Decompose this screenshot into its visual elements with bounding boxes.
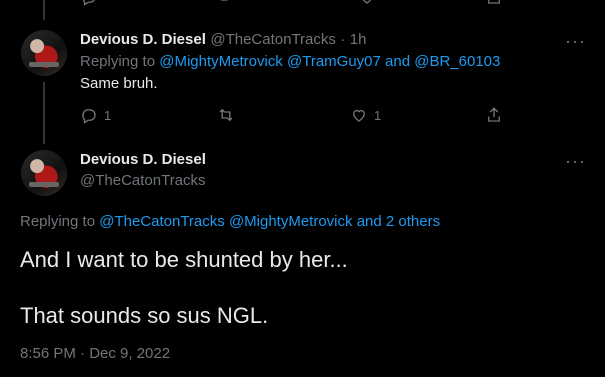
others-link[interactable]: and 2 others <box>357 213 440 230</box>
thread-line-connector <box>43 82 45 144</box>
mention-link[interactable]: @TheCatonTracks <box>99 213 225 230</box>
reply-count: 1 <box>104 107 112 123</box>
tweet-header: Devious D. Diesel @TheCatonTracks · 1h <box>80 31 366 49</box>
replying-to: Replying to @MightyMetrovick @TramGuy07 … <box>80 53 500 70</box>
tweet-actions: 1 1 <box>80 106 505 126</box>
share-icon[interactable] <box>485 0 503 6</box>
tweet-datetime[interactable]: 8:56 PM · Dec 9, 2022 <box>20 345 170 362</box>
replying-to: Replying to @TheCatonTracks @MightyMetro… <box>20 213 440 230</box>
reply-button[interactable]: 1 <box>80 106 111 124</box>
avatar[interactable] <box>21 30 67 76</box>
replying-to-label: Replying to <box>80 53 156 70</box>
mention-link[interactable]: @MightyMetrovick <box>159 53 283 70</box>
like-count: 1 <box>374 107 382 123</box>
like-icon <box>353 109 365 122</box>
author-name[interactable]: Devious D. Diesel <box>80 31 206 48</box>
author-name[interactable]: Devious D. Diesel <box>80 151 206 168</box>
like-icon[interactable] <box>358 0 376 6</box>
author-handle[interactable]: @TheCatonTracks <box>210 31 336 48</box>
tweet-text: And I want to be shunted by her... That … <box>20 246 580 330</box>
share-icon <box>488 107 500 122</box>
retweet-icon <box>219 108 233 122</box>
reply-icon <box>82 109 96 124</box>
avatar[interactable] <box>21 150 67 196</box>
mention-and: and <box>385 53 411 70</box>
tweet-time[interactable]: 1h <box>350 31 367 48</box>
like-button[interactable]: 1 <box>350 106 381 124</box>
replying-to-label: Replying to <box>20 213 96 230</box>
retweet-icon[interactable] <box>217 0 235 6</box>
previous-tweet-actions <box>80 0 585 6</box>
reply-icon[interactable] <box>80 0 98 6</box>
share-button[interactable] <box>485 106 503 124</box>
tweet-text-line: And I want to be shunted by her... <box>20 247 348 272</box>
tweet-text: Same bruh. <box>80 75 158 92</box>
separator: · <box>340 31 346 48</box>
retweet-button[interactable] <box>217 106 235 124</box>
mention-link[interactable]: @TramGuy07 <box>287 53 381 70</box>
tweet-text-line: That sounds so sus NGL. <box>20 303 269 328</box>
more-icon[interactable]: ··· <box>565 32 585 50</box>
thread-line-top <box>43 0 45 20</box>
mention-link[interactable]: @BR_60103 <box>414 53 500 70</box>
author-handle[interactable]: @TheCatonTracks <box>80 172 206 189</box>
more-icon[interactable]: ··· <box>565 152 585 170</box>
mention-link[interactable]: @MightyMetrovick <box>229 213 353 230</box>
